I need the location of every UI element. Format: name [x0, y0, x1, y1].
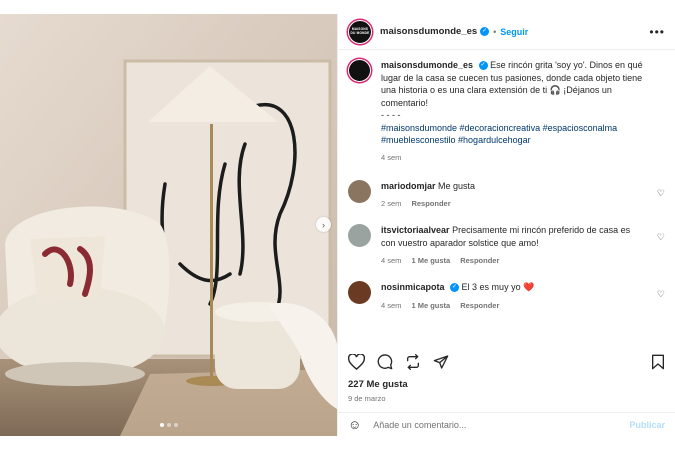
- reply-button[interactable]: Responder: [460, 256, 499, 265]
- comment-text: nosinmicapota ✓ El 3 es muy yo ❤️: [381, 281, 643, 294]
- verified-badge-icon: ✓: [450, 283, 460, 293]
- red-heart-emoji-icon: ❤️: [523, 282, 535, 292]
- comment-item: mariodomjar Me gusta 2 sem Responder ♡: [348, 179, 665, 209]
- reply-button[interactable]: Responder: [460, 301, 499, 310]
- post-date: 9 de marzo: [348, 394, 386, 403]
- chevron-right-icon: ›: [322, 219, 325, 230]
- comments-list[interactable]: maisonsdumonde_es ✓ Ese rincón grita 'so…: [338, 51, 675, 341]
- comment-time[interactable]: 4 sem: [381, 301, 401, 310]
- separator-dot: •: [493, 26, 497, 37]
- avatar-logo-text: MAISONS DU MONDE: [350, 27, 370, 35]
- post-modal: › MAISONS DU MONDE maisonsdumonde_es ✓ •…: [0, 14, 675, 436]
- commenter-avatar[interactable]: [348, 224, 371, 247]
- commenter-avatar[interactable]: [348, 281, 371, 304]
- caption: maisonsdumonde_es ✓ Ese rincón grita 'so…: [348, 59, 665, 162]
- post-details-panel: MAISONS DU MONDE maisonsdumonde_es ✓ • S…: [337, 14, 675, 436]
- comment-body: itsvictoriaalvear Precisamente mi rincón…: [381, 224, 665, 265]
- author-username[interactable]: maisonsdumonde_es: [380, 26, 477, 37]
- comment-text: itsvictoriaalvear Precisamente mi rincón…: [381, 224, 643, 249]
- author-avatar[interactable]: MAISONS DU MONDE: [348, 19, 372, 44]
- comment-meta: 2 sem Responder: [381, 199, 643, 208]
- caption-hashtags[interactable]: #maisonsdumonde #decoracioncreativa #esp…: [381, 122, 643, 146]
- carousel-dot: [159, 423, 164, 427]
- post-header: MAISONS DU MONDE maisonsdumonde_es ✓ • S…: [338, 14, 675, 50]
- like-heart-icon[interactable]: [348, 354, 365, 370]
- comment-item: itsvictoriaalvear Precisamente mi rincón…: [348, 224, 665, 265]
- comment-input[interactable]: [373, 419, 630, 430]
- verified-badge-icon: ✓: [478, 61, 488, 71]
- action-bar: [338, 350, 675, 374]
- caption-avatar[interactable]: [348, 59, 371, 82]
- like-comment-heart-icon[interactable]: ♡: [657, 188, 665, 199]
- repost-icon[interactable]: [405, 354, 421, 370]
- more-options-icon[interactable]: •••: [649, 25, 665, 39]
- comment-likes[interactable]: 1 Me gusta: [411, 301, 450, 310]
- carousel-indicator: [0, 423, 337, 427]
- commenter-username[interactable]: nosinmicapota: [381, 282, 445, 292]
- add-comment-bar: ☺ Publicar: [338, 412, 675, 436]
- share-paper-plane-icon[interactable]: [433, 354, 449, 370]
- caption-username[interactable]: maisonsdumonde_es: [381, 60, 473, 70]
- comment-meta: 4 sem 1 Me gusta Responder: [381, 301, 643, 310]
- comment-message: El 3 es muy yo: [461, 282, 521, 292]
- comment-body: mariodomjar Me gusta 2 sem Responder: [381, 180, 665, 209]
- verified-badge-icon: ✓: [480, 27, 490, 36]
- like-comment-heart-icon[interactable]: ♡: [657, 232, 665, 243]
- caption-body: maisonsdumonde_es ✓ Ese rincón grita 'so…: [381, 59, 665, 162]
- commenter-avatar[interactable]: [348, 179, 371, 203]
- caption-time[interactable]: 4 sem: [381, 153, 401, 162]
- like-comment-heart-icon[interactable]: ♡: [657, 289, 665, 300]
- commenter-username[interactable]: mariodomjar: [381, 181, 436, 191]
- caption-meta: 4 sem: [381, 153, 643, 162]
- carousel-dot: [173, 423, 178, 427]
- post-image[interactable]: ›: [0, 14, 337, 436]
- commenter-username[interactable]: itsvictoriaalvear: [381, 225, 450, 235]
- comment-item: nosinmicapota ✓ El 3 es muy yo ❤️ 4 sem …: [348, 281, 665, 310]
- caption-text: maisonsdumonde_es ✓ Ese rincón grita 'so…: [381, 59, 643, 109]
- comment-time[interactable]: 2 sem: [381, 199, 401, 208]
- comment-text: mariodomjar Me gusta: [381, 180, 643, 193]
- reply-button[interactable]: Responder: [411, 199, 450, 208]
- comment-bubble-icon[interactable]: [377, 354, 393, 370]
- next-image-button[interactable]: ›: [316, 217, 331, 232]
- emoji-picker-icon[interactable]: ☺: [348, 417, 361, 432]
- comment-meta: 4 sem 1 Me gusta Responder: [381, 256, 643, 265]
- save-bookmark-icon[interactable]: [651, 354, 665, 370]
- living-room-photo: [0, 14, 337, 436]
- comment-likes[interactable]: 1 Me gusta: [411, 256, 450, 265]
- likes-count[interactable]: 227 Me gusta: [348, 379, 408, 390]
- caption-separator: - - - -: [381, 110, 401, 120]
- comment-time[interactable]: 4 sem: [381, 256, 401, 265]
- carousel-dot: [166, 423, 171, 427]
- publish-button[interactable]: Publicar: [629, 420, 665, 430]
- comment-message: Me gusta: [438, 180, 476, 191]
- follow-button[interactable]: Seguir: [500, 27, 528, 37]
- comment-body: nosinmicapota ✓ El 3 es muy yo ❤️ 4 sem …: [381, 281, 665, 310]
